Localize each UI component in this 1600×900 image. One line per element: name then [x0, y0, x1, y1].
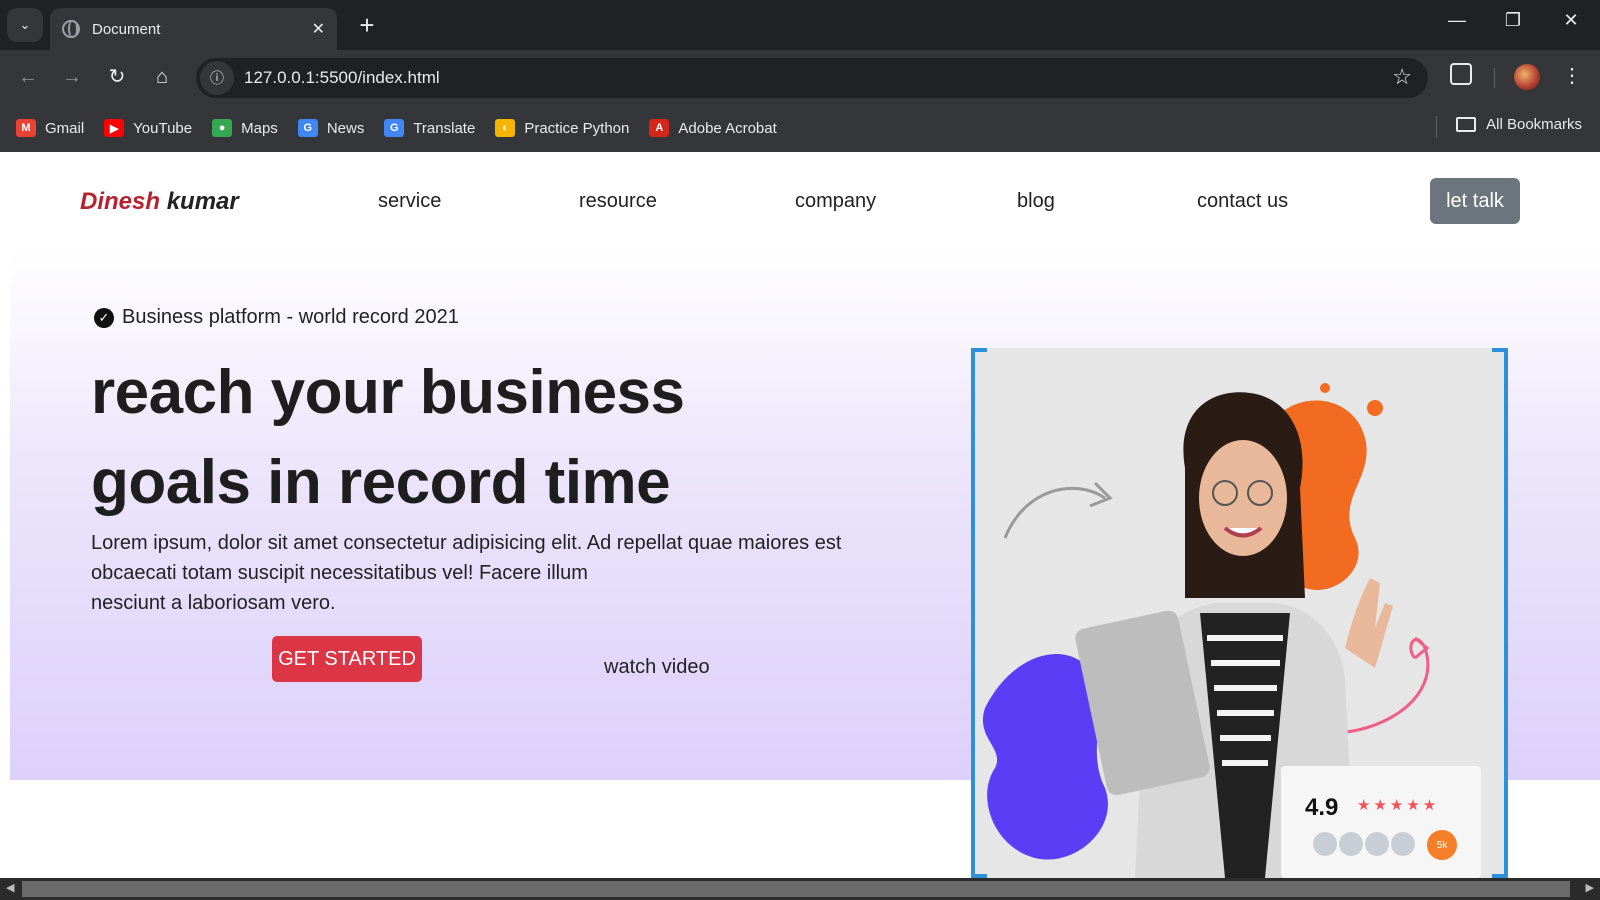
url-text[interactable]: 127.0.0.1:5500/index.html [244, 68, 440, 88]
frame-corner [975, 348, 987, 352]
tab-search-button[interactable]: ⌄ [7, 8, 43, 42]
webpage: Dinesh kumar service resource company bl… [0, 152, 1600, 878]
minimize-button[interactable]: — [1442, 10, 1472, 31]
translate-icon: G [384, 119, 405, 137]
adobe-acrobat-icon: A [649, 119, 670, 137]
hero-badge: ✓ Business platform - world record 2021 [94, 306, 459, 329]
headline-line-1: reach your business [91, 358, 685, 427]
description-line-3: nesciunt a laboriosam vero. [91, 592, 336, 614]
new-tab-button[interactable]: + [352, 10, 382, 40]
headline-line-2: goals in record time [91, 448, 671, 517]
browser-toolbar: ← → ↻ ⌂ ⓘ 127.0.0.1:5500/index.html ☆ [0, 50, 1600, 104]
rating-score: 4.9 [1305, 794, 1339, 821]
face-shape [1199, 440, 1287, 556]
gmail-icon: M [16, 119, 36, 137]
maps-icon: ● [212, 119, 233, 137]
reload-button[interactable]: ↻ [103, 63, 131, 91]
site-info-icon[interactable]: ⓘ [200, 61, 234, 95]
get-started-button[interactable]: GET STARTED [272, 636, 422, 682]
bookmark-star-icon[interactable]: ☆ [1392, 64, 1412, 90]
bookmark-gmail[interactable]: M Gmail [16, 119, 84, 137]
hero-description: Lorem ipsum, dolor sit amet consectetur … [91, 528, 851, 618]
profile-avatar[interactable] [1514, 64, 1540, 90]
bookmark-label: News [326, 119, 365, 137]
close-tab-icon[interactable]: ✕ [312, 19, 325, 39]
nav-blog[interactable]: blog [1017, 190, 1055, 213]
practice-python-icon: ◐ [495, 119, 516, 137]
watch-video-link[interactable]: watch video [604, 656, 710, 679]
globe-icon [62, 20, 80, 38]
scroll-right-icon[interactable]: ▶ [1586, 881, 1594, 894]
nav-resource[interactable]: resource [579, 190, 657, 213]
bookmark-label: Practice Python [524, 119, 630, 137]
badge-text: Business platform - world record 2021 [122, 306, 459, 328]
reviewer-avatars: 5k [1311, 830, 1457, 860]
orange-dot-shape [1367, 400, 1383, 416]
rating-stars: ★★★★★ [1357, 797, 1440, 814]
avatar [1363, 830, 1391, 858]
description-line-1: Lorem ipsum, dolor sit amet consectetur … [91, 532, 842, 554]
reviewer-count-badge: 5k [1427, 830, 1457, 860]
close-window-button[interactable]: ✕ [1556, 10, 1586, 31]
avatar [1337, 830, 1365, 858]
horizontal-scrollbar[interactable]: ◀ ▶ [0, 878, 1600, 900]
home-button[interactable]: ⌂ [148, 63, 176, 91]
bookmark-maps[interactable]: ● Maps [212, 119, 278, 137]
bookmark-practice-python[interactable]: ◐ Practice Python [495, 119, 629, 137]
frame-corner [1492, 348, 1504, 352]
browser-tab[interactable]: Document ✕ [50, 8, 337, 50]
bookmark-label: Maps [241, 119, 278, 137]
scrollbar-thumb[interactable] [22, 881, 1570, 897]
bookmark-adobe-acrobat[interactable]: A Adobe Acrobat [649, 119, 777, 137]
logo-first-name: Dinesh [80, 188, 161, 215]
nav-contact-us[interactable]: contact us [1197, 190, 1288, 213]
chevron-down-icon: ⌄ [19, 17, 31, 32]
nav-company[interactable]: company [795, 190, 876, 213]
news-icon: G [297, 119, 318, 137]
restore-button[interactable]: ❐ [1498, 10, 1528, 31]
description-line-2: obcaecati totam suscipit necessitatibus … [91, 562, 588, 584]
bookmarks-divider [1436, 116, 1437, 138]
avatar [1389, 830, 1417, 858]
all-bookmarks-label: All Bookmarks [1486, 116, 1582, 133]
folder-icon [1456, 117, 1477, 132]
back-button[interactable]: ← [14, 63, 42, 91]
bookmark-youtube[interactable]: ▶ YouTube [104, 119, 192, 137]
scroll-left-icon[interactable]: ◀ [6, 881, 14, 894]
hero-headline: reach your business goals in record time [91, 348, 685, 528]
waving-hand-shape [1345, 578, 1393, 668]
browser-titlebar: ⌄ Document ✕ + — ❐ ✕ [0, 0, 1600, 50]
tab-title: Document [92, 20, 161, 38]
bookmark-label: Gmail [45, 119, 85, 137]
avatar [1311, 830, 1339, 858]
bookmark-translate[interactable]: G Translate [384, 119, 475, 137]
address-bar[interactable]: ⓘ 127.0.0.1:5500/index.html ☆ [196, 58, 1428, 98]
extensions-icon[interactable] [1450, 63, 1472, 85]
nav-service[interactable]: service [378, 190, 441, 213]
youtube-icon: ▶ [104, 119, 125, 137]
forward-button[interactable]: → [58, 63, 86, 91]
site-logo[interactable]: Dinesh kumar [80, 188, 239, 216]
bookmarks-bar: M Gmail ▶ YouTube ● Maps G News G Translate ◐ Pract… [0, 104, 1600, 152]
rating-card: 4.9 ★★★★★ 5k [1281, 766, 1481, 878]
hero-section: ✓ Business platform - world record 2021 … [10, 250, 1600, 878]
bookmark-label: YouTube [133, 119, 193, 137]
bookmark-label: Adobe Acrobat [678, 119, 777, 137]
all-bookmarks[interactable]: All Bookmarks [1456, 116, 1582, 133]
logo-last-name: kumar [166, 188, 239, 215]
hero-image: 4.9 ★★★★★ 5k [971, 348, 1508, 878]
orange-dot-shape [1320, 383, 1330, 393]
verified-check-icon: ✓ [94, 307, 114, 328]
let-talk-button[interactable]: let talk [1430, 178, 1520, 224]
grey-arrow-doodle [1003, 481, 1113, 539]
browser-menu-icon[interactable]: ⋮ [1562, 62, 1582, 90]
bookmark-news[interactable]: G News [297, 119, 365, 137]
toolbar-divider [1494, 68, 1495, 88]
bookmark-label: Translate [413, 119, 476, 137]
